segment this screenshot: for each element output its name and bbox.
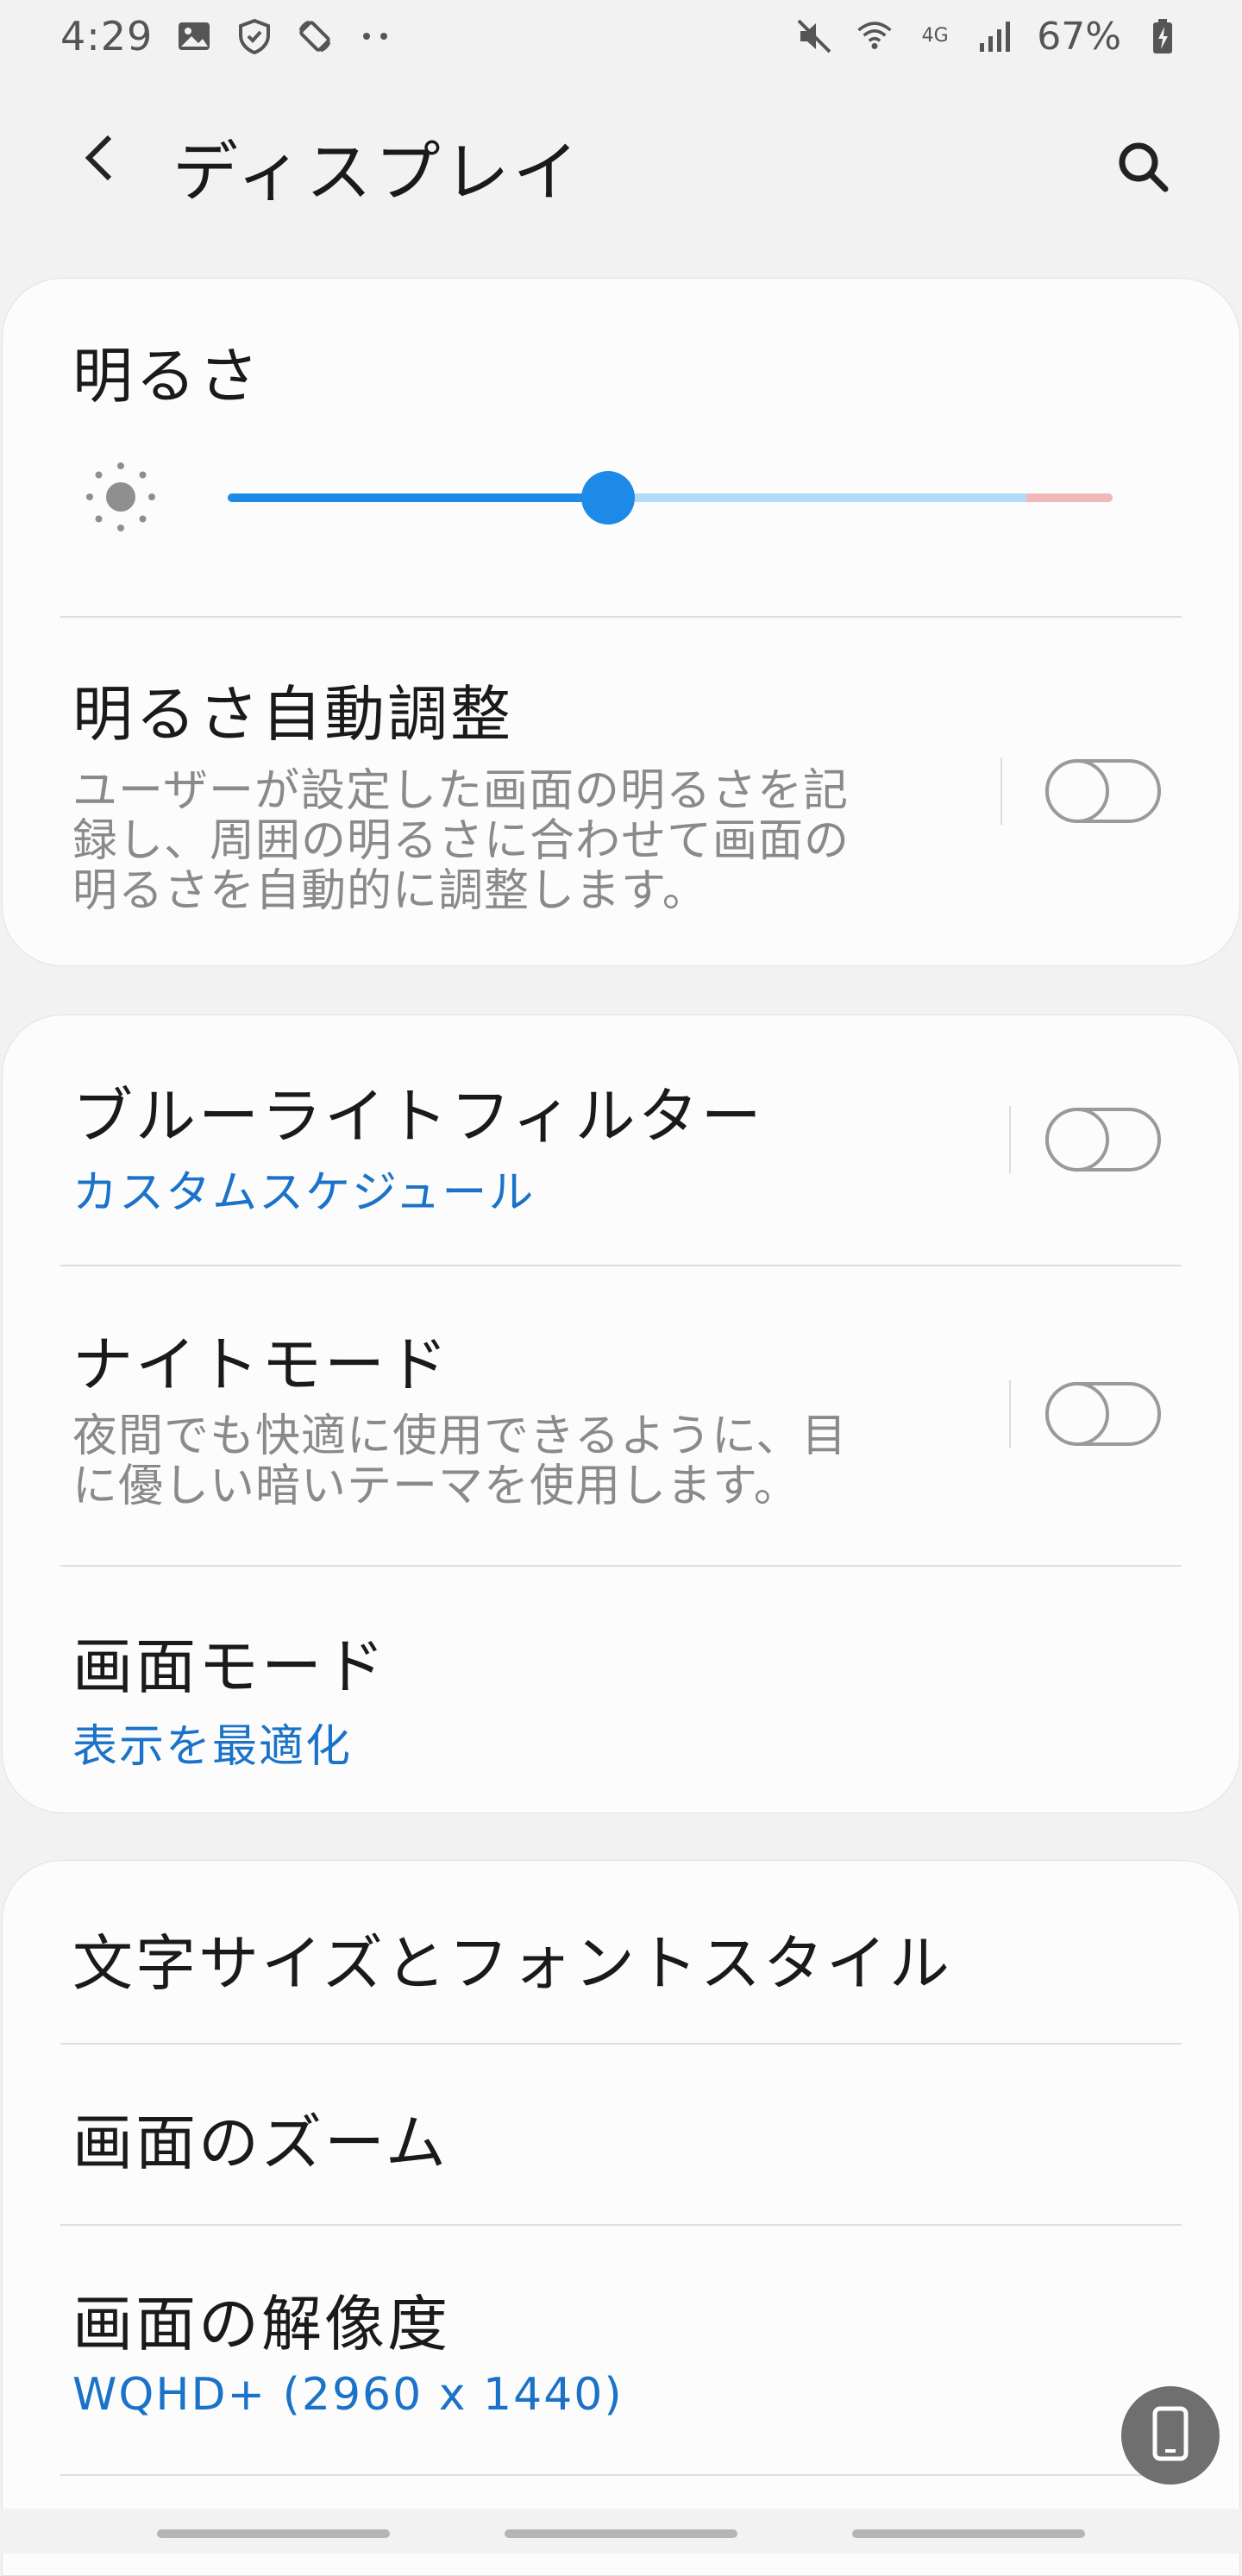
brightness-slider-fill xyxy=(228,493,609,502)
battery-charging-icon xyxy=(1144,17,1182,55)
floating-phone-button[interactable] xyxy=(1121,2386,1220,2485)
brightness-title: 明るさ xyxy=(72,341,261,412)
separator xyxy=(1009,1380,1011,1448)
divider xyxy=(60,616,1182,618)
search-icon xyxy=(1115,139,1170,198)
divider xyxy=(60,2224,1182,2226)
toggle-knob xyxy=(1045,1382,1109,1446)
night-mode-desc: 夜間でも快適に使用できるように、目 に優しい暗いテーマを使用します。 xyxy=(72,1411,935,1511)
auto-brightness-title: 明るさ自動調整 xyxy=(72,679,513,750)
brightness-slider-thumb[interactable] xyxy=(581,471,636,525)
blue-light-title: ブルーライトフィルター xyxy=(72,1081,764,1152)
toggle-knob xyxy=(1045,1108,1109,1172)
nav-recents-button[interactable] xyxy=(157,2529,390,2538)
auto-brightness-desc: ユーザーが設定した画面の明るさを記 録し、周囲の明るさに合わせて画面の 明るさを… xyxy=(72,766,935,916)
night-mode-desc-line: 夜間でも快適に使用できるように、目 xyxy=(72,1411,848,1462)
screen-zoom-item[interactable]: 画面のズーム xyxy=(72,2095,448,2182)
screen-mode-subtitle: 表示を最適化 xyxy=(72,1721,353,1773)
screen-resolution-subtitle: WQHD+ (2960 x 1440) xyxy=(72,2369,624,2421)
brightness-slider[interactable] xyxy=(228,471,1113,525)
screen-resolution-title: 画面の解像度 xyxy=(72,2289,450,2359)
wifi-icon xyxy=(856,17,894,55)
auto-brightness-desc-line: ユーザーが設定した画面の明るさを記 xyxy=(72,765,849,817)
mute-icon xyxy=(795,17,833,55)
sun-icon xyxy=(81,457,160,537)
app-bar: ディスプレイ xyxy=(0,95,1242,224)
blue-light-toggle[interactable] xyxy=(1045,1108,1161,1172)
screen-mode-title: 画面モード xyxy=(72,1631,387,1702)
network-type-label: 4G xyxy=(921,25,949,47)
signal-icon xyxy=(976,17,1014,55)
night-mode-desc-line: に優しい暗いテーマを使用します。 xyxy=(72,1461,800,1512)
status-bar: 4:29 4G 67% xyxy=(0,0,1242,72)
font-settings-item[interactable]: 文字サイズとフォントスタイル xyxy=(72,1915,952,2002)
rotate-icon xyxy=(296,17,334,55)
toggle-knob xyxy=(1045,759,1109,823)
nav-back-button[interactable] xyxy=(852,2529,1085,2538)
navigation-bar xyxy=(0,2509,1242,2554)
phone-screen-icon xyxy=(1151,2406,1190,2465)
auto-brightness-desc-line: 録し、周囲の明るさに合わせて画面の xyxy=(72,815,850,867)
gallery-icon xyxy=(175,17,213,55)
more-dots-icon xyxy=(356,17,394,55)
back-button[interactable] xyxy=(60,121,138,198)
battery-percent: 67% xyxy=(1037,14,1121,59)
night-mode-toggle[interactable] xyxy=(1045,1382,1161,1446)
page-title: ディスプレイ xyxy=(172,134,582,210)
separator xyxy=(1000,757,1002,825)
divider xyxy=(60,1565,1182,1567)
search-button[interactable] xyxy=(1104,129,1182,207)
auto-brightness-toggle[interactable] xyxy=(1045,759,1161,823)
network-type: 4G xyxy=(916,17,954,55)
night-mode-title: ナイトモード xyxy=(72,1329,450,1400)
divider xyxy=(60,2043,1182,2045)
status-left: 4:29 xyxy=(60,13,394,60)
status-right: 4G 67% xyxy=(795,15,1182,59)
divider xyxy=(60,1265,1182,1266)
back-arrow-icon xyxy=(82,132,116,187)
divider xyxy=(60,2474,1182,2476)
shield-icon xyxy=(235,17,273,55)
status-time: 4:29 xyxy=(60,13,154,60)
nav-home-button[interactable] xyxy=(505,2529,737,2538)
blue-light-subtitle: カスタムスケジュール xyxy=(72,1167,536,1219)
auto-brightness-desc-line: 明るさを自動的に調整します。 xyxy=(72,865,708,917)
brightness-slider-end xyxy=(1026,493,1113,502)
separator xyxy=(1009,1106,1011,1173)
